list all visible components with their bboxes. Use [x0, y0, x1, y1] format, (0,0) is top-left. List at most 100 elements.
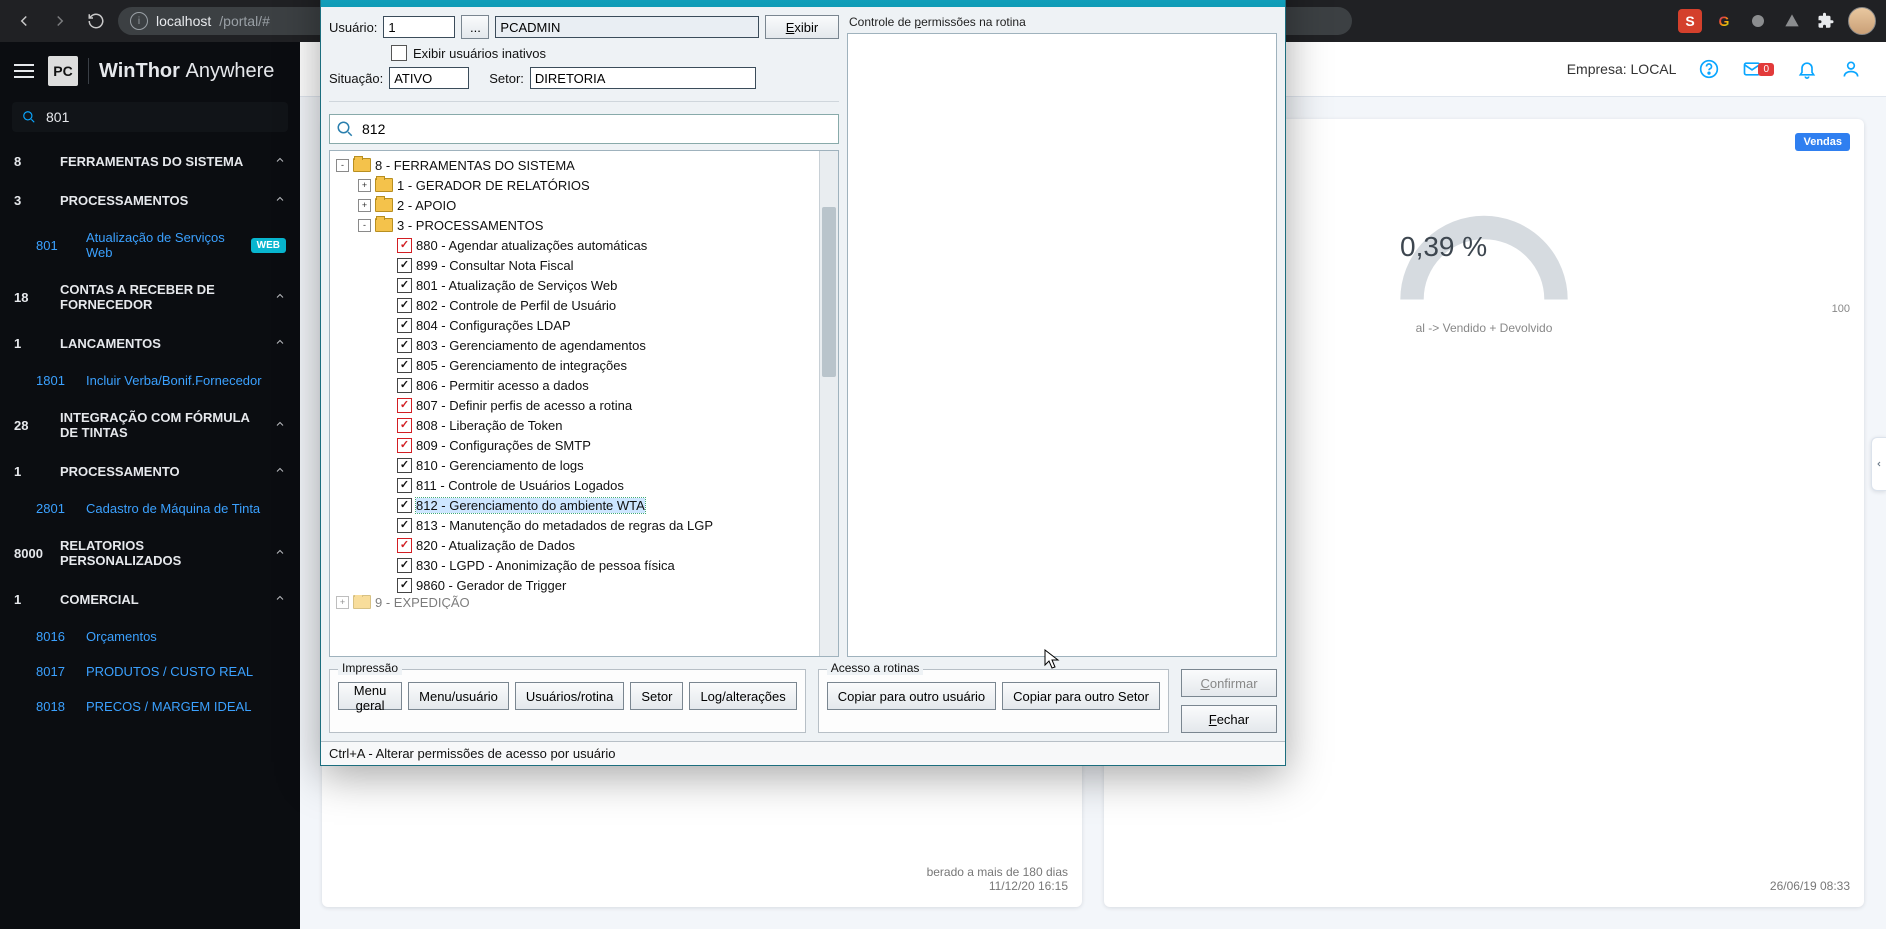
extension-drive-icon[interactable] — [1780, 9, 1804, 33]
btn-log-alteracoes[interactable]: Log/alterações — [689, 682, 796, 710]
dialog-titlebar[interactable]: 530 - Permitir Acesso a Rotina Winthor -… — [321, 0, 1285, 7]
sidebar-section[interactable]: 1COMERCIAL — [0, 580, 300, 619]
tree-checkbox[interactable]: ✓ — [397, 278, 412, 293]
exibir-button[interactable]: EExibirxibir — [765, 15, 839, 39]
extension-siteimprove[interactable]: S — [1678, 9, 1702, 33]
sidebar-item[interactable]: 2801Cadastro de Máquina de Tinta — [0, 491, 300, 526]
sidebar-item[interactable]: 1801Incluir Verba/Bonif.Fornecedor — [0, 363, 300, 398]
tree-item[interactable]: ✓804 - Configurações LDAP — [332, 315, 817, 335]
tree-checkbox[interactable]: ✓ — [397, 578, 412, 593]
sidebar-item[interactable]: 8017PRODUTOS / CUSTO REAL — [0, 654, 300, 689]
tree-item[interactable]: ✓812 - Gerenciamento do ambiente WTA — [332, 495, 817, 515]
user-icon[interactable] — [1840, 58, 1862, 80]
tree-scroll-area[interactable]: -8 - FERRAMENTAS DO SISTEMA+1 - GERADOR … — [330, 151, 819, 656]
tree-checkbox[interactable]: ✓ — [397, 418, 412, 433]
tree-folder[interactable]: -3 - PROCESSAMENTOS — [332, 215, 817, 235]
sidebar-item[interactable]: 8018PRECOS / MARGEM IDEAL — [0, 689, 300, 724]
tree-label: 809 - Configurações de SMTP — [416, 438, 591, 453]
tree-item[interactable]: ✓811 - Controle de Usuários Logados — [332, 475, 817, 495]
tree-item[interactable]: ✓899 - Consultar Nota Fiscal — [332, 255, 817, 275]
usuario-lookup-button[interactable]: ... — [461, 15, 489, 39]
tree-checkbox[interactable]: ✓ — [397, 298, 412, 313]
tree-item[interactable]: ✓806 - Permitir acesso a dados — [332, 375, 817, 395]
btn-menu-usuario[interactable]: Menu/usuário — [408, 682, 509, 710]
tree-checkbox[interactable]: ✓ — [397, 338, 412, 353]
bell-icon[interactable] — [1796, 58, 1818, 80]
tree-checkbox[interactable]: ✓ — [397, 498, 412, 513]
tree-scrollbar[interactable] — [819, 151, 838, 656]
extensions-puzzle-icon[interactable] — [1814, 9, 1838, 33]
tree-item[interactable]: ✓ 809 - Configurações de SMTP — [332, 435, 817, 455]
nav-reload-button[interactable] — [82, 7, 110, 35]
folder-icon — [353, 158, 371, 172]
btn-confirmar[interactable]: Confirmar — [1181, 669, 1277, 697]
usuario-code-input[interactable] — [383, 16, 455, 38]
site-info-icon[interactable]: i — [130, 12, 148, 30]
tree-item[interactable]: ✓807 - Definir perfis de acesso a rotina — [332, 395, 817, 415]
tree-folder[interactable]: -8 - FERRAMENTAS DO SISTEMA — [332, 155, 817, 175]
tree-checkbox[interactable]: ✓ — [397, 458, 412, 473]
sidebar-section[interactable]: 1PROCESSAMENTO — [0, 452, 300, 491]
tree-item[interactable]: ✓803 - Gerenciamento de agendamentos — [332, 335, 817, 355]
tree-item[interactable]: ✓880 - Agendar atualizações automáticas — [332, 235, 817, 255]
tree-item[interactable]: ✓813 - Manutenção do metadados de regras… — [332, 515, 817, 535]
sidebar-item[interactable]: 801Atualização de Serviços WebWEB — [0, 220, 300, 270]
tree-checkbox[interactable]: ✓ — [397, 438, 412, 453]
nav-forward-button[interactable] — [46, 7, 74, 35]
tree-checkbox[interactable]: ✓ — [397, 238, 412, 253]
sidebar-section[interactable]: 8000RELATORIOS PERSONALIZADOS — [0, 526, 300, 580]
mail-count: 0 — [1758, 63, 1774, 76]
inativos-checkbox[interactable] — [391, 45, 407, 61]
tree-checkbox[interactable]: ✓ — [397, 398, 412, 413]
nav-back-button[interactable] — [10, 7, 38, 35]
tree-item[interactable]: ✓808 - Liberação de Token — [332, 415, 817, 435]
tree-search-input[interactable] — [360, 120, 832, 138]
btn-fechar[interactable]: Fechar — [1181, 705, 1277, 733]
tree-checkbox[interactable]: ✓ — [397, 558, 412, 573]
tree-item[interactable]: ✓805 - Gerenciamento de integrações — [332, 355, 817, 375]
menu-toggle-button[interactable] — [14, 64, 34, 78]
btn-usuarios-rotina[interactable]: Usuários/rotina — [515, 682, 624, 710]
tree-item[interactable]: ✓9860 - Gerador de Trigger — [332, 575, 817, 595]
tree-checkbox[interactable]: ✓ — [397, 378, 412, 393]
sidebar-section[interactable]: 18CONTAS A RECEBER DE FORNECEDOR — [0, 270, 300, 324]
tree-checkbox[interactable]: ✓ — [397, 318, 412, 333]
help-icon[interactable] — [1698, 58, 1720, 80]
sidebar-section[interactable]: 1LANCAMENTOS — [0, 324, 300, 363]
sidebar-section[interactable]: 28INTEGRAÇÃO COM FÓRMULA DE TINTAS — [0, 398, 300, 452]
tree-expand-toggle[interactable]: - — [336, 159, 349, 172]
sidebar-search-input[interactable] — [44, 108, 278, 126]
tree-checkbox[interactable]: ✓ — [397, 358, 412, 373]
side-drawer-handle[interactable] — [1871, 437, 1886, 491]
mail-button[interactable]: 0 — [1742, 59, 1774, 79]
tree-item[interactable]: ✓820 - Atualização de Dados — [332, 535, 817, 555]
sidebar-section[interactable]: 8FERRAMENTAS DO SISTEMA — [0, 142, 300, 181]
profile-avatar[interactable] — [1848, 7, 1876, 35]
tree-expand-toggle[interactable]: + — [358, 179, 371, 192]
tree-item[interactable]: ✓801 - Atualização de Serviços Web — [332, 275, 817, 295]
tree-folder[interactable]: +9 - EXPEDIÇÃO — [332, 595, 817, 609]
tree-folder[interactable]: +1 - GERADOR DE RELATÓRIOS — [332, 175, 817, 195]
btn-copiar-usuario[interactable]: Copiar para outro usuário — [827, 682, 996, 710]
tree-expand-toggle[interactable]: + — [336, 596, 349, 609]
tree-checkbox[interactable]: ✓ — [397, 258, 412, 273]
tree-search[interactable] — [329, 114, 839, 144]
tree-item[interactable]: ✓802 - Controle de Perfil de Usuário — [332, 295, 817, 315]
tree-checkbox[interactable]: ✓ — [397, 538, 412, 553]
tree-item[interactable]: ✓830 - LGPD - Anonimização de pessoa fís… — [332, 555, 817, 575]
sidebar-search[interactable] — [12, 102, 288, 132]
btn-setor[interactable]: Setor — [630, 682, 683, 710]
sidebar-item[interactable]: 8016Orçamentos — [0, 619, 300, 654]
tree-folder[interactable]: +2 - APOIO — [332, 195, 817, 215]
extension-google[interactable]: G — [1712, 9, 1736, 33]
extension-circle-icon[interactable] — [1746, 9, 1770, 33]
tree-expand-toggle[interactable]: - — [358, 219, 371, 232]
tree-checkbox[interactable]: ✓ — [397, 518, 412, 533]
tree-item[interactable]: ✓810 - Gerenciamento de logs — [332, 455, 817, 475]
tree-expand-toggle[interactable]: + — [358, 199, 371, 212]
scrollbar-thumb[interactable] — [822, 207, 836, 377]
btn-menu-geral[interactable]: Menu geral — [338, 682, 402, 710]
btn-copiar-setor[interactable]: Copiar para outro Setor — [1002, 682, 1160, 710]
sidebar-section[interactable]: 3PROCESSAMENTOS — [0, 181, 300, 220]
tree-checkbox[interactable]: ✓ — [397, 478, 412, 493]
